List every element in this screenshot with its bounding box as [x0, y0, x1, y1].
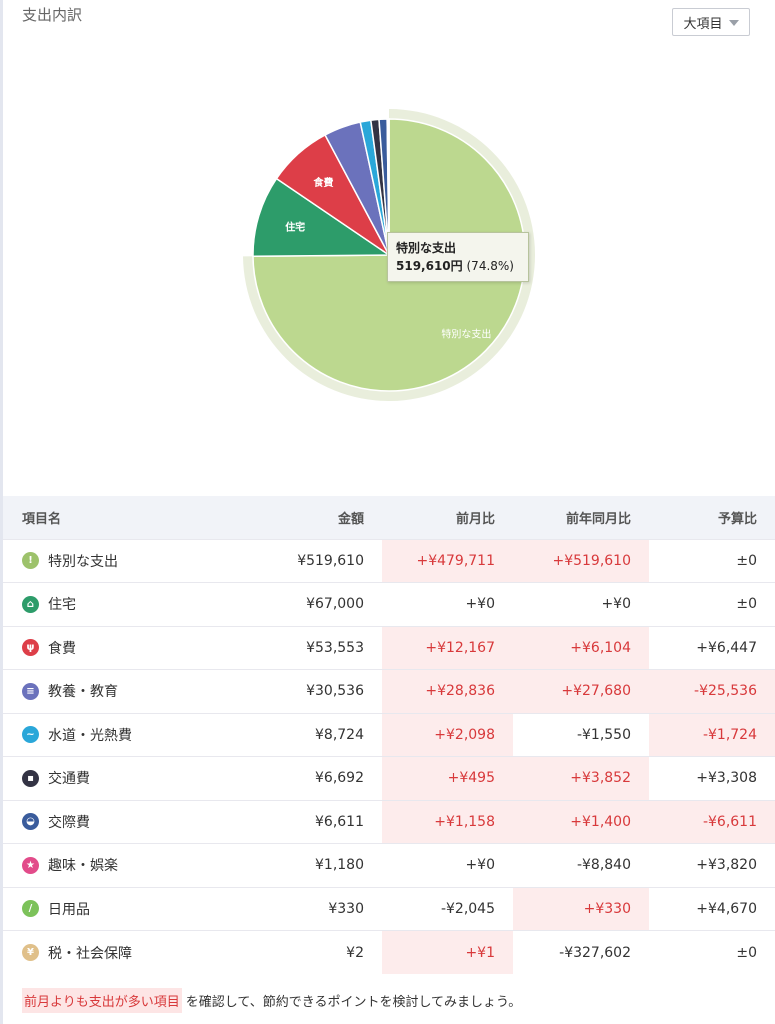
row-budget: +¥3,820	[649, 843, 775, 887]
row-prev-month: +¥495	[382, 756, 513, 800]
fork-knife-icon: ψ	[22, 639, 39, 657]
row-item-name[interactable]: 交際費	[48, 812, 90, 832]
header-amount[interactable]: 金額	[234, 496, 382, 539]
row-budget: ±0	[649, 930, 775, 974]
row-budget: +¥6,447	[649, 625, 775, 670]
row-item-name[interactable]: 日用品	[48, 899, 90, 919]
row-prev-month: +¥12,167	[382, 625, 513, 670]
pie-slice-label: 特別な支出	[441, 328, 491, 341]
table-row[interactable]: ψ 食費 ¥53,553 +¥12,167 +¥6,104 +¥6,447	[3, 625, 775, 670]
table-row[interactable]: ⌂ 住宅 ¥67,000 +¥0 +¥0 ±0	[3, 582, 775, 626]
tooltip-amount: 519,610円	[396, 259, 463, 273]
tooltip-label: 特別な支出	[396, 241, 457, 255]
row-item-name[interactable]: 交通費	[48, 768, 90, 788]
row-prev-year: +¥6,104	[513, 625, 649, 670]
table-row[interactable]: ! 特別な支出 ¥519,610 +¥479,711 +¥519,610 ±0	[3, 538, 775, 583]
row-item-name-cell: ~ 水道・光熱費	[3, 712, 234, 757]
row-item-name[interactable]: 趣味・娯楽	[48, 855, 118, 875]
row-amount: ¥330	[234, 886, 382, 931]
exclamation-icon: !	[22, 552, 39, 570]
tooltip-percent: (74.8%)	[466, 259, 514, 273]
row-prev-month: +¥2,098	[382, 712, 513, 757]
coin-icon: ¥	[22, 944, 39, 961]
row-amount: ¥6,692	[234, 756, 382, 800]
row-item-name-cell: ▪ 交通費	[3, 756, 234, 800]
row-prev-month: +¥1,158	[382, 799, 513, 844]
row-amount: ¥6,611	[234, 799, 382, 844]
row-prev-year: -¥327,602	[513, 930, 649, 974]
row-prev-month: +¥28,836	[382, 669, 513, 713]
table-row[interactable]: ≡ 教養・教育 ¥30,536 +¥28,836 +¥27,680 -¥25,536	[3, 669, 775, 713]
row-budget: -¥1,724	[649, 712, 775, 757]
row-budget: +¥3,308	[649, 756, 775, 800]
row-item-name[interactable]: 税・社会保障	[48, 943, 132, 963]
row-amount: ¥53,553	[234, 625, 382, 670]
row-budget: -¥25,536	[649, 669, 775, 713]
row-prev-year: +¥3,852	[513, 756, 649, 800]
house-icon: ⌂	[22, 595, 39, 613]
row-item-name[interactable]: 食費	[48, 638, 76, 658]
row-item-name-cell: ≡ 教養・教育	[3, 669, 234, 713]
row-prev-year: -¥8,840	[513, 843, 649, 887]
table-row[interactable]: ★ 趣味・娯楽 ¥1,180 +¥0 -¥8,840 +¥3,820	[3, 843, 775, 887]
row-amount: ¥8,724	[234, 712, 382, 757]
row-item-name-cell: ψ 食費	[3, 625, 234, 670]
row-amount: ¥67,000	[234, 582, 382, 626]
row-prev-year: +¥0	[513, 582, 649, 626]
row-item-name[interactable]: 教養・教育	[48, 681, 118, 701]
row-prev-year: +¥27,680	[513, 669, 649, 713]
row-item-name-cell: ⌂ 住宅	[3, 582, 234, 626]
table-row[interactable]: ◒ 交際費 ¥6,611 +¥1,158 +¥1,400 -¥6,611	[3, 799, 775, 844]
chart-tooltip: 特別な支出 519,610円 (74.8%)	[387, 232, 529, 282]
header-item-name[interactable]: 項目名	[3, 496, 234, 539]
row-amount: ¥1,180	[234, 843, 382, 887]
row-item-name-cell: ! 特別な支出	[3, 538, 234, 583]
row-prev-month: +¥479,711	[382, 538, 513, 583]
header-budget[interactable]: 予算比	[649, 496, 775, 539]
footer-highlight: 前月よりも支出が多い項目	[22, 988, 182, 1013]
faucet-icon: ~	[22, 726, 39, 744]
expense-table: 項目名 金額 前月比 前年同月比 予算比 ! 特別な支出 ¥519,610 +¥479…	[3, 496, 775, 974]
row-prev-month: +¥0	[382, 582, 513, 626]
row-budget: ±0	[649, 538, 775, 583]
row-prev-month: +¥1	[382, 930, 513, 974]
header-prev-year[interactable]: 前年同月比	[513, 496, 649, 539]
row-prev-year: +¥1,400	[513, 799, 649, 844]
pill-icon: /	[22, 900, 39, 918]
row-item-name-cell: ◒ 交際費	[3, 799, 234, 844]
people-icon: ◒	[22, 813, 39, 831]
row-budget: -¥6,611	[649, 799, 775, 844]
book-icon: ≡	[22, 682, 39, 700]
footer-hint: 前月よりも支出が多い項目 を確認して、節約できるポイントを検討してみましょう。	[22, 988, 521, 1013]
row-amount: ¥519,610	[234, 538, 382, 583]
row-item-name-cell: ★ 趣味・娯楽	[3, 843, 234, 887]
row-item-name[interactable]: 住宅	[48, 594, 76, 614]
table-row[interactable]: / 日用品 ¥330 -¥2,045 +¥330 +¥4,670	[3, 886, 775, 931]
row-item-name-cell: ¥ 税・社会保障	[3, 930, 234, 974]
row-budget: ±0	[649, 582, 775, 626]
row-prev-month: -¥2,045	[382, 886, 513, 931]
row-prev-month: +¥0	[382, 843, 513, 887]
pie-slice-label: 食費	[313, 176, 334, 189]
table-row[interactable]: ~ 水道・光熱費 ¥8,724 +¥2,098 -¥1,550 -¥1,724	[3, 712, 775, 757]
row-item-name-cell: / 日用品	[3, 886, 234, 931]
row-item-name[interactable]: 特別な支出	[48, 551, 118, 571]
table-header-row: 項目名 金額 前月比 前年同月比 予算比	[3, 496, 775, 539]
pie-slice-label: 住宅	[285, 221, 305, 234]
row-prev-year: +¥519,610	[513, 538, 649, 583]
star-icon: ★	[22, 856, 39, 874]
table-row[interactable]: ▪ 交通費 ¥6,692 +¥495 +¥3,852 +¥3,308	[3, 756, 775, 800]
table-row[interactable]: ¥ 税・社会保障 ¥2 +¥1 -¥327,602 ±0	[3, 930, 775, 974]
row-amount: ¥30,536	[234, 669, 382, 713]
row-prev-year: +¥330	[513, 886, 649, 931]
footer-text: を確認して、節約できるポイントを検討してみましょう。	[185, 995, 522, 1010]
row-prev-year: -¥1,550	[513, 712, 649, 757]
header-prev-month[interactable]: 前月比	[382, 496, 513, 539]
row-amount: ¥2	[234, 930, 382, 974]
row-budget: +¥4,670	[649, 886, 775, 931]
row-item-name[interactable]: 水道・光熱費	[48, 725, 132, 745]
train-icon: ▪	[22, 769, 39, 787]
